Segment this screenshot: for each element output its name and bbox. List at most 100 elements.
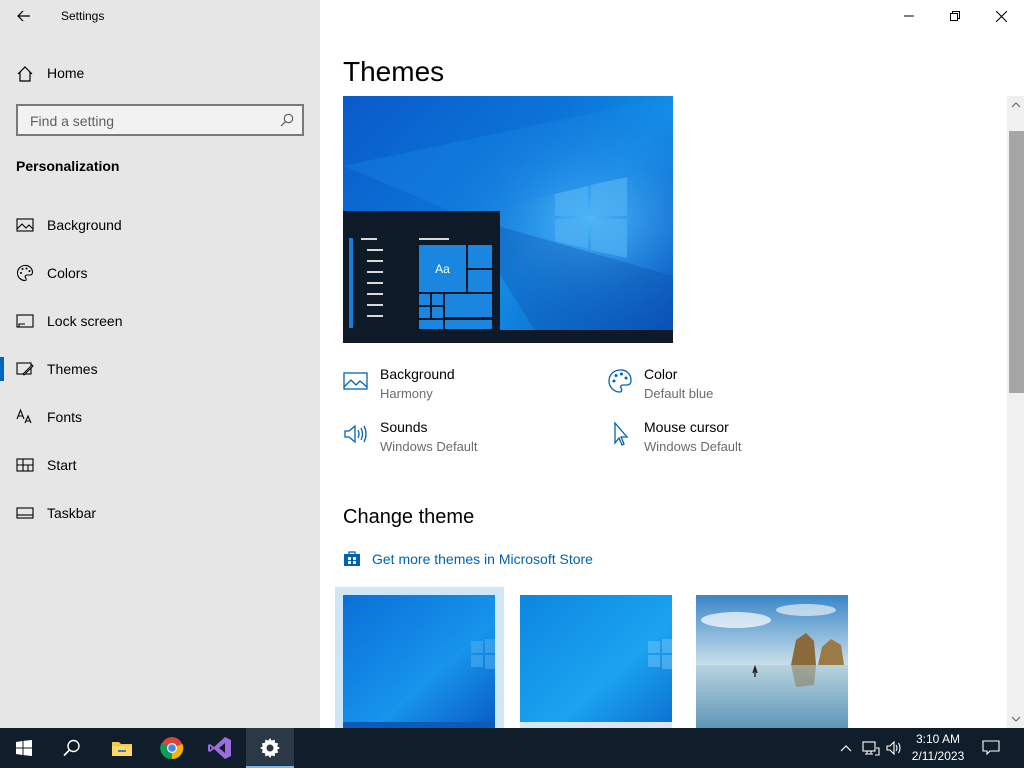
windows-wallpaper-thumb — [343, 595, 495, 728]
start-icon — [16, 458, 34, 472]
themes-icon — [16, 362, 34, 376]
sidebar-item-background[interactable]: Background — [0, 205, 320, 245]
taskbar-icon — [16, 507, 34, 519]
chevron-up-icon — [840, 745, 852, 752]
back-arrow-icon — [17, 10, 30, 22]
sidebar-item-colors[interactable]: Colors — [0, 253, 320, 293]
volume-button[interactable] — [884, 728, 906, 768]
sidebar-item-label: Colors — [47, 265, 88, 281]
sidebar-item-taskbar[interactable]: Taskbar — [0, 493, 320, 533]
file-explorer-icon — [112, 742, 132, 756]
palette-icon — [608, 369, 632, 393]
start-menu-preview: Aa — [343, 211, 500, 333]
action-center-button[interactable] — [978, 728, 1004, 768]
beach-wallpaper-thumb — [696, 595, 848, 728]
clock-date: 2/11/2023 — [911, 749, 965, 763]
show-hidden-icons-button[interactable] — [836, 728, 856, 768]
preview-tile: Aa — [419, 245, 466, 292]
sidebar-item-lock-screen[interactable]: Lock screen — [0, 301, 320, 341]
taskbar-settings[interactable] — [246, 728, 294, 768]
sidebar-item-label: Start — [47, 457, 77, 473]
speaker-icon — [344, 424, 367, 444]
home-icon — [17, 66, 33, 82]
main-content: Themes Aa Background Harmony Color Defau… — [320, 0, 1024, 728]
lock-screen-icon — [16, 314, 34, 328]
taskbar-search-button[interactable] — [48, 728, 96, 768]
prop-value: Windows Default — [644, 439, 742, 454]
network-icon — [862, 741, 880, 756]
restore-icon — [950, 11, 960, 21]
speaker-icon — [886, 740, 901, 756]
prop-sounds[interactable]: Sounds Windows Default — [343, 419, 583, 459]
scrollbar-thumb[interactable] — [1009, 131, 1024, 393]
theme-preview: Aa — [343, 96, 673, 343]
sidebar-item-label: Fonts — [47, 409, 83, 425]
store-icon — [344, 551, 360, 566]
nav-home[interactable]: Home — [0, 58, 320, 88]
store-link-label: Get more themes in Microsoft Store — [372, 551, 593, 567]
minimize-button[interactable] — [886, 0, 932, 32]
cursor-icon — [614, 421, 629, 446]
vertical-scrollbar[interactable] — [1007, 96, 1024, 728]
scroll-up-icon[interactable] — [1011, 100, 1021, 110]
prop-color[interactable]: Color Default blue — [607, 366, 847, 406]
search-input[interactable] — [28, 112, 268, 130]
search-icon — [280, 113, 294, 127]
search-box[interactable] — [16, 104, 304, 136]
taskbar-preview — [343, 330, 673, 343]
prop-name: Color — [644, 366, 678, 382]
sidebar-item-start[interactable]: Start — [0, 445, 320, 485]
picture-icon — [343, 372, 368, 390]
taskbar-file-explorer[interactable] — [98, 728, 146, 768]
selection-indicator — [0, 357, 4, 381]
scroll-down-icon[interactable] — [1011, 714, 1021, 724]
back-button[interactable] — [8, 4, 40, 28]
section-title: Personalization — [16, 158, 120, 174]
fonts-icon — [16, 408, 32, 424]
clock[interactable]: 3:10 AM 2/11/2023 — [906, 731, 970, 765]
clock-time: 3:10 AM — [915, 732, 961, 746]
network-button[interactable] — [860, 728, 882, 768]
picture-icon — [16, 218, 34, 232]
taskbar: 3:10 AM 2/11/2023 — [0, 728, 1024, 768]
sidebar: Settings Home Personalization Background… — [0, 0, 320, 728]
window-controls — [886, 0, 1024, 32]
taskbar-visual-studio[interactable] — [196, 728, 244, 768]
sidebar-item-themes[interactable]: Themes — [0, 349, 320, 389]
minimize-icon — [904, 15, 914, 17]
visual-studio-icon — [208, 737, 231, 759]
close-button[interactable] — [978, 0, 1024, 32]
settings-icon — [260, 738, 280, 758]
sidebar-item-label: Taskbar — [47, 505, 97, 521]
restore-button[interactable] — [932, 0, 978, 32]
page-title: Themes — [343, 56, 445, 87]
prop-value: Windows Default — [380, 439, 478, 454]
windows-start-icon — [16, 740, 32, 756]
taskbar-chrome[interactable] — [148, 728, 196, 768]
sidebar-item-fonts[interactable]: Fonts — [0, 397, 320, 437]
theme-thumbnail-beach[interactable] — [696, 595, 848, 728]
sidebar-item-label: Lock screen — [47, 313, 123, 329]
close-icon — [995, 10, 1007, 22]
prop-name: Sounds — [380, 419, 428, 435]
start-button[interactable] — [0, 728, 48, 768]
prop-value: Default blue — [644, 386, 714, 401]
sidebar-item-label: Background — [47, 217, 122, 233]
change-theme-heading: Change theme — [343, 506, 475, 528]
prop-value: Harmony — [380, 386, 433, 401]
nav-home-label: Home — [47, 65, 85, 81]
window-title: Settings — [61, 9, 105, 23]
prop-name: Background — [380, 366, 455, 382]
sidebar-item-label: Themes — [47, 361, 98, 377]
prop-name: Mouse cursor — [644, 419, 729, 435]
palette-icon — [17, 264, 34, 282]
windows-light-wallpaper-thumb — [520, 595, 672, 728]
theme-thumbnail-windows-light[interactable] — [520, 595, 672, 728]
chrome-icon — [160, 737, 184, 760]
prop-mouse-cursor[interactable]: Mouse cursor Windows Default — [607, 419, 847, 459]
title-bar: Settings — [0, 0, 320, 32]
theme-thumbnail-windows[interactable] — [343, 595, 495, 728]
notification-icon — [982, 740, 1000, 756]
prop-background[interactable]: Background Harmony — [343, 366, 583, 406]
search-icon — [63, 739, 80, 757]
